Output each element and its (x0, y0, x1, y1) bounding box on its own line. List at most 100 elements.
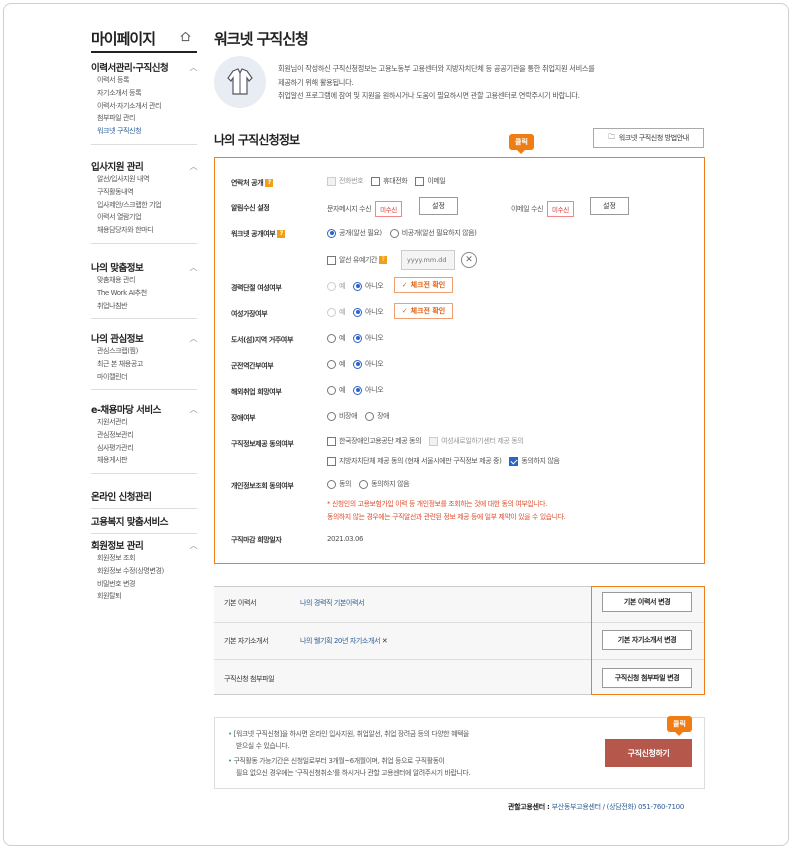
sidebar-item[interactable]: 비밀번호 변경 (97, 578, 197, 591)
sidebar-item-active[interactable]: 워크넷 구직신청 (97, 125, 197, 138)
sidebar-item[interactable]: 구직활동내역 (97, 186, 197, 199)
privacy-options: 동의 동의하지 않음 (327, 479, 410, 489)
intro-text: 회원님이 작성하신 구직신청정보는 고용노동부 고용센터와 지방자치단체 등 공… (278, 64, 595, 100)
career-break-label: 경력단절 여성여부 (231, 284, 282, 292)
sidebar-item[interactable]: 관심스크랩(찜) (97, 345, 197, 358)
sidebar-item[interactable]: The Work AI추천 (97, 287, 197, 300)
apply-button[interactable]: 구직신청하기 (605, 739, 692, 767)
sidebar-item[interactable]: 최근 본 채용공고 (97, 358, 197, 371)
sidebar-group-header[interactable]: e-채용마당 서비스 ︿ (91, 402, 198, 417)
consent-local-checkbox[interactable] (327, 456, 336, 466)
sidebar-item[interactable]: 맞춤채용 관리 (97, 274, 197, 287)
nondisabled-radio[interactable] (327, 411, 336, 421)
no-radio[interactable] (353, 333, 363, 343)
disagree-radio[interactable] (359, 479, 369, 489)
consent-options-1: 한국장애인고용공단 제공 동의 여성새로일하기센터 제공 동의 (327, 436, 524, 446)
check-button[interactable]: ✓ 체크전 확인 (394, 303, 453, 319)
change-cover-letter-button[interactable]: 기본 자기소개서 변경 (602, 630, 692, 650)
consent-options-2: 지방자치단체 제공 동의 (현재 서울시에만 구직정보 제공 중) 동의하지 않… (327, 456, 560, 466)
sidebar-group-header[interactable]: 이력서관리·구직신청 ︿ (91, 60, 198, 75)
island-label: 도서(섬)지역 거주여부 (231, 336, 293, 344)
family-options: 예 아니오 (327, 307, 384, 317)
family-head-label: 여성가장여부 (231, 310, 268, 318)
no-radio[interactable] (353, 359, 363, 369)
sidebar-item[interactable]: 회원정보 수정(상명변경) (97, 565, 197, 578)
chevron-up-icon: ︿ (189, 404, 198, 414)
public-options: 공개(알선 필요) 비공개(알선 필요하지 않음) (327, 228, 477, 238)
consent-women-checkbox[interactable] (429, 436, 439, 446)
email-set-button[interactable]: 설정 (590, 197, 629, 215)
sidebar-group-header[interactable]: 회원정보 관리 ︿ (91, 538, 197, 553)
sidebar-item[interactable]: 채용게시판 (97, 454, 197, 467)
hold-period: 알선 유예기간? (327, 255, 388, 265)
sidebar-group-header[interactable]: 나의 관심정보 ︿ (91, 331, 198, 346)
check-button[interactable]: ✓ 체크전 확인 (394, 277, 453, 293)
chevron-up-icon: ︿ (189, 333, 198, 343)
consent-kead-checkbox[interactable] (327, 436, 336, 446)
sidebar-item[interactable]: 이력서 열람기업 (97, 211, 197, 224)
sidebar-group-header[interactable]: 나의 맞춤정보 ︿ (91, 260, 198, 275)
change-resume-button[interactable]: 기본 이력서 변경 (602, 592, 692, 612)
guide-button[interactable]: 🗀 워크넷 구직신청 방법안내 (593, 128, 704, 148)
sidebar-item[interactable]: 첨부파일 관리 (97, 112, 197, 125)
private-radio[interactable] (389, 228, 399, 238)
sidebar-item-welfare[interactable]: 고용복지 맞춤서비스 (91, 514, 197, 528)
mobile-checkbox[interactable] (371, 176, 381, 186)
agree-radio[interactable] (327, 479, 336, 489)
consent-none-checkbox[interactable] (509, 456, 519, 466)
sms-set-button[interactable]: 설정 (419, 197, 458, 215)
close-icon[interactable]: ✕ (461, 252, 477, 268)
folder-icon: 🗀 (608, 132, 615, 141)
sidebar-group-interest: 나의 관심정보 ︿ 관심스크랩(찜) 최근 본 채용공고 마이캘린더 (91, 331, 198, 391)
sidebar-item[interactable]: 마이캘린더 (97, 371, 197, 384)
yes-radio[interactable] (327, 281, 336, 291)
public-radio[interactable] (327, 228, 336, 238)
phone-checkbox[interactable] (327, 176, 336, 186)
yes-radio[interactable] (327, 333, 336, 343)
sidebar-item[interactable]: 회원탈퇴 (97, 590, 197, 603)
sidebar-divider (91, 51, 197, 53)
notify-label: 알림수신 설정 (231, 204, 270, 212)
sidebar-item[interactable]: 지원서관리 (97, 416, 197, 429)
sidebar-item[interactable]: 입사제안/스크랩한 기업 (97, 199, 197, 212)
disabled-radio[interactable] (365, 411, 375, 421)
chevron-up-icon: ︿ (189, 62, 198, 72)
no-radio[interactable] (353, 281, 363, 291)
center-link[interactable]: 부산동부고용센터 (552, 803, 601, 811)
resume-link[interactable]: 나의 경력직 기본이력서 (300, 598, 364, 608)
sidebar-item[interactable]: 취업나침반 (97, 300, 197, 313)
divider (91, 508, 197, 509)
home-icon[interactable] (180, 31, 191, 42)
chevron-up-icon: ︿ (189, 161, 198, 171)
sidebar-item[interactable]: 심사평가관리 (97, 442, 197, 455)
no-radio[interactable] (353, 385, 363, 395)
check-icon: ✓ (401, 281, 408, 289)
cover-letter-link[interactable]: 나의 웰기획 20년 자기소개서 ✕ (300, 636, 388, 646)
sidebar-group-header[interactable]: 입사지원 관리 ︿ (91, 159, 198, 174)
help-icon[interactable]: ? (379, 256, 388, 264)
deadline-label: 구직마감 희망일자 (231, 536, 282, 544)
sidebar-item[interactable]: 관심정보관리 (97, 429, 197, 442)
sidebar-item[interactable]: 알선/입사지원 내역 (97, 173, 197, 186)
yes-radio[interactable] (327, 385, 336, 395)
chevron-up-icon: ︿ (189, 262, 198, 272)
status-badge: 미수신 (547, 201, 574, 217)
sidebar-item[interactable]: 회원정보 조회 (97, 552, 197, 565)
change-attachment-button[interactable]: 구직신청 첨부파일 변경 (602, 668, 692, 688)
yes-radio[interactable] (327, 307, 336, 317)
no-radio[interactable] (353, 307, 363, 317)
contact-label: 연락처 공개? (231, 178, 274, 188)
click-tooltip: 클릭 (667, 716, 692, 736)
sidebar-item-online[interactable]: 온라인 신청관리 (91, 489, 197, 503)
email-checkbox[interactable] (415, 176, 425, 186)
sidebar-item[interactable]: 자기소개서 등록 (97, 87, 197, 100)
sidebar-item[interactable]: 이력서·자기소개서 관리 (97, 100, 197, 113)
hold-checkbox[interactable] (327, 255, 336, 265)
sidebar-item[interactable]: 이력서 등록 (97, 74, 197, 87)
help-icon[interactable]: ? (265, 179, 274, 187)
close-icon[interactable]: ✕ (382, 637, 388, 645)
help-icon[interactable]: ? (277, 230, 286, 238)
sidebar-item[interactable]: 채용담당자와 한마디 (97, 224, 197, 237)
yes-radio[interactable] (327, 359, 336, 369)
hold-date-input[interactable] (401, 250, 455, 270)
